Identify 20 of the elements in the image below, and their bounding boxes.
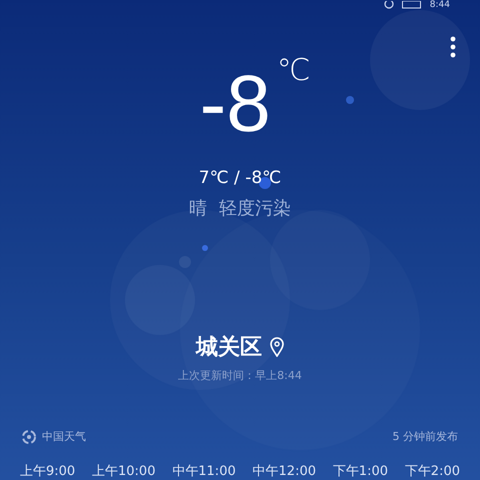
temperature-range: 7℃ / -8℃ — [198, 168, 282, 188]
hour-label: 上午10:00 — [92, 463, 156, 480]
hour-label: 下午2:00 — [404, 463, 460, 480]
weather-condition: 晴 — [189, 197, 207, 220]
hour-label: 中午12:00 — [252, 463, 316, 480]
last-updated-text: 上次更新时间：早上8:44 — [178, 368, 302, 383]
hour-label: 上午9:00 — [20, 463, 76, 480]
current-temperature: -8 — [200, 62, 271, 146]
more-menu-icon[interactable] — [450, 36, 456, 58]
city-name: 城关区 — [196, 334, 262, 362]
swirl-logo-icon — [22, 430, 36, 444]
battery-icon — [402, 1, 422, 9]
publish-time: 5 分钟前发布 — [392, 429, 458, 444]
source-name: 中国天气 — [42, 429, 86, 444]
status-time: 8:44 — [430, 0, 450, 10]
hour-label: 下午1:00 — [332, 463, 388, 480]
hour-label: 中午11:00 — [172, 463, 236, 480]
location-pin-icon[interactable] — [270, 337, 284, 357]
air-quality: 轻度污染 — [219, 197, 291, 220]
temperature-unit: ℃ — [276, 56, 310, 86]
